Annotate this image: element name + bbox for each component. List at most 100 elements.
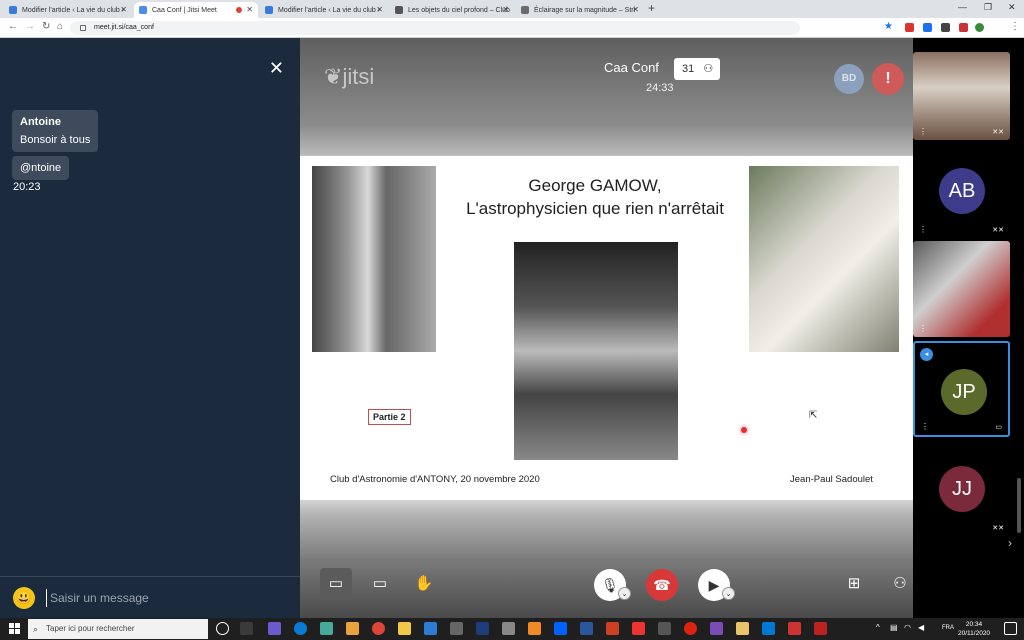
app-icon[interactable] <box>606 622 619 635</box>
bookmark-star-icon[interactable]: ★ <box>884 21 893 32</box>
participant-thumbnail-video[interactable]: ⋮ ✕✕ <box>913 52 1010 140</box>
close-tab-icon[interactable]: ✕ <box>246 5 253 14</box>
wordpress-icon <box>265 6 273 14</box>
browser-tab-4[interactable]: Les objets du ciel profond – Club ✕ <box>390 2 514 18</box>
screen-share-button[interactable]: ▭ <box>364 568 396 600</box>
word-icon[interactable] <box>580 622 593 635</box>
speaker-indicator-icon: ◂ <box>920 348 933 361</box>
new-tab-button[interactable]: + <box>648 1 655 15</box>
filmstrip: ⋮ ✕✕ AB ⋮ ✕✕ ⋮ ◂ JP ⋮ ▭ JJ ✕✕ › <box>913 38 1024 618</box>
vlc-icon[interactable] <box>528 622 541 635</box>
gamow-photo-center <box>514 242 678 460</box>
network-icon[interactable]: ▤ <box>890 623 898 632</box>
tile-view-button[interactable]: ⊞ <box>838 568 870 600</box>
close-chat-icon[interactable]: ✕ <box>269 58 284 79</box>
app-icon[interactable] <box>658 622 671 635</box>
participant-avatar: AB <box>939 168 985 214</box>
browser-tab-2[interactable]: Caa Conf | Jitsi Meet ✕ <box>134 2 258 18</box>
browser-tab-5[interactable]: Éclairage sur la magnitude – Stri ✕ <box>516 2 644 18</box>
app-icon[interactable] <box>268 622 281 635</box>
maximize-icon[interactable]: ❐ <box>984 2 992 13</box>
browser-menu-icon[interactable]: ⋮ <box>1010 21 1020 32</box>
task-view-icon[interactable] <box>240 622 253 635</box>
close-tab-icon[interactable]: ✕ <box>120 5 127 14</box>
volume-icon[interactable]: ◀ <box>918 623 924 632</box>
local-user-avatar[interactable]: BD <box>834 64 864 94</box>
file-explorer-icon[interactable] <box>398 622 411 635</box>
participants-icon: ⚇ <box>703 63 714 75</box>
thumbnail-menu-icon[interactable]: ⋮ <box>921 422 929 431</box>
cortana-icon[interactable] <box>216 622 229 635</box>
address-bar[interactable]: meet.jit.si/caa_conf <box>70 21 800 35</box>
thumbnail-menu-icon[interactable]: ⋮ <box>919 324 927 333</box>
warning-icon[interactable]: ! <box>872 63 904 95</box>
close-tab-icon[interactable]: ✕ <box>632 5 639 14</box>
filmstrip-scrollbar[interactable] <box>1017 478 1021 533</box>
browser-tab-1[interactable]: Modifier l'article ‹ La vie du club › ✕ <box>4 2 132 18</box>
message-sender: Antoine <box>20 116 61 128</box>
acrobat-icon[interactable] <box>788 622 801 635</box>
raise-hand-button[interactable]: ✋ <box>408 568 440 600</box>
opera-icon[interactable] <box>684 622 697 635</box>
edge-icon[interactable] <box>294 622 307 635</box>
dropbox-icon[interactable] <box>554 622 567 635</box>
notification-center-icon[interactable] <box>1004 622 1017 635</box>
minimize-icon[interactable]: — <box>958 2 967 12</box>
part-label: Partie 2 <box>368 409 411 425</box>
language-indicator[interactable]: FRA <box>942 625 954 631</box>
thumbnail-menu-icon[interactable]: ⋮ <box>919 127 927 136</box>
windows-start-icon[interactable] <box>9 623 20 634</box>
chevron-right-icon[interactable]: › <box>1008 536 1012 550</box>
app-icon[interactable] <box>710 622 723 635</box>
video-options-chevron-icon[interactable]: ⌄ <box>722 587 735 600</box>
conference-timer: 24:33 <box>646 82 674 94</box>
lock-icon <box>80 25 86 31</box>
participant-thumbnail-active[interactable]: ◂ JP ⋮ ▭ <box>913 341 1010 437</box>
close-window-icon[interactable]: ✕ <box>1008 2 1016 13</box>
extension-icon[interactable] <box>959 23 968 32</box>
app-icon[interactable] <box>450 622 463 635</box>
forward-icon[interactable]: → <box>25 21 35 32</box>
app-icon[interactable] <box>814 622 827 635</box>
tray-chevron-up-icon[interactable]: ^ <box>876 623 880 632</box>
muted-icon: ✕✕ <box>992 227 1004 234</box>
invite-button[interactable]: ⚇ <box>884 568 916 600</box>
app-icon[interactable] <box>502 622 515 635</box>
slide-footer-author: Jean-Paul Sadoulet <box>790 474 873 485</box>
shared-screen-slide: George GAMOW, L'astrophysicien que rien … <box>300 156 913 500</box>
extension-icon[interactable] <box>941 23 950 32</box>
reload-icon[interactable]: ↻ <box>42 21 50 32</box>
photoshop-icon[interactable] <box>476 622 489 635</box>
app-icon[interactable] <box>632 622 645 635</box>
outlook-icon[interactable] <box>762 622 775 635</box>
close-tab-icon[interactable]: ✕ <box>502 5 509 14</box>
mail-icon[interactable] <box>424 622 437 635</box>
participant-thumbnail[interactable]: JJ ✕✕ <box>913 440 1010 536</box>
store-icon[interactable] <box>346 622 359 635</box>
taskbar-clock[interactable]: 20:34 20/11/2020 <box>958 620 990 638</box>
extension-icon[interactable] <box>905 23 914 32</box>
participant-count-badge[interactable]: 31 ⚇ <box>674 58 720 80</box>
extension-icon[interactable] <box>923 23 932 32</box>
participant-thumbnail[interactable]: AB ⋮ ✕✕ <box>913 142 1010 238</box>
browser-tab-3[interactable]: Modifier l'article ‹ La vie du club › ✕ <box>260 2 388 18</box>
screen-share-icon: ▭ <box>372 575 388 592</box>
profile-avatar[interactable] <box>975 23 984 32</box>
app-icon[interactable] <box>736 622 749 635</box>
close-tab-icon[interactable]: ✕ <box>376 5 383 14</box>
wifi-icon[interactable]: ◠ <box>904 623 911 632</box>
chat-toggle-button[interactable]: ▭ <box>320 568 352 600</box>
audio-options-chevron-icon[interactable]: ⌄ <box>618 587 631 600</box>
participant-thumbnail-video[interactable]: ⋮ <box>913 241 1010 337</box>
home-icon[interactable]: ⌂ <box>57 21 63 32</box>
back-icon[interactable]: ← <box>8 21 18 32</box>
app-icon[interactable] <box>320 622 333 635</box>
thumbnail-menu-icon[interactable]: ⋮ <box>919 225 927 234</box>
chrome-icon[interactable] <box>372 622 385 635</box>
emoji-picker-button[interactable]: 😃 <box>13 587 35 609</box>
search-icon: ⌕ <box>33 624 39 634</box>
mouse-cursor-icon: ⇱ <box>809 410 818 421</box>
chat-message-input[interactable] <box>46 589 286 607</box>
hangup-button[interactable]: ☎ <box>646 569 678 601</box>
taskbar-search-input[interactable]: ⌕ Taper ici pour rechercher <box>28 619 208 639</box>
